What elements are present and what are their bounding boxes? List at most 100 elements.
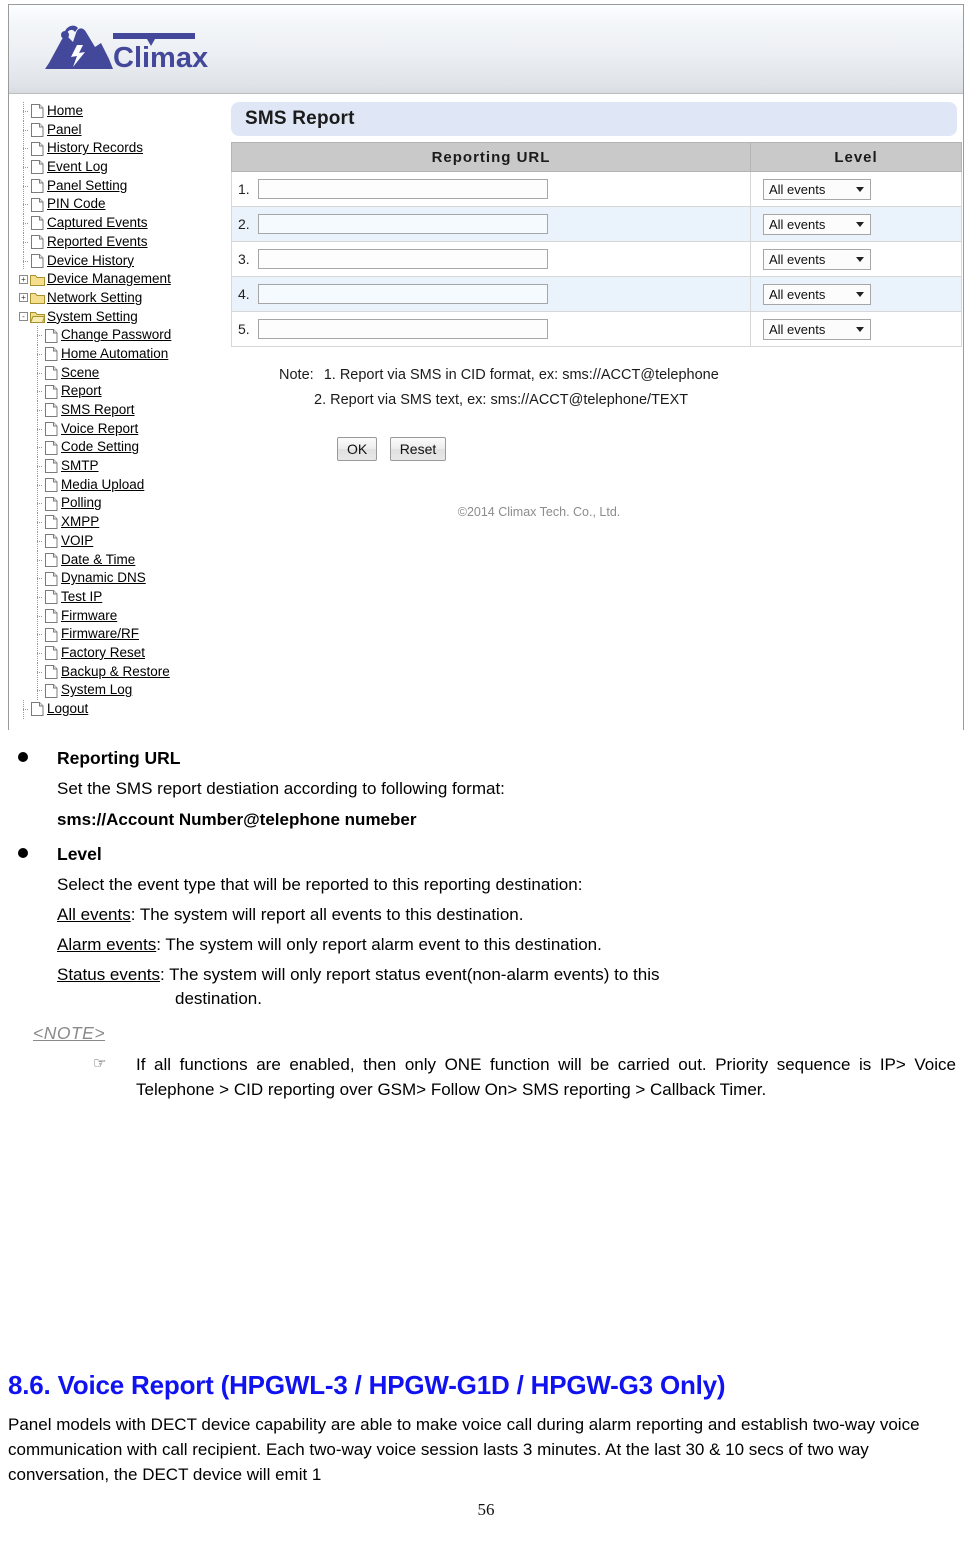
sidebar-item-panel[interactable]: Panel <box>19 120 224 140</box>
sidebar-item-panel-setting[interactable]: Panel Setting <box>19 176 224 196</box>
expander-box[interactable]: + <box>19 274 28 284</box>
sidebar-item-label[interactable]: History Records <box>47 139 143 158</box>
level-select-2[interactable]: All events <box>763 213 871 235</box>
sidebar-item-label[interactable]: Date & Time <box>61 551 135 570</box>
expander-box[interactable]: + <box>19 293 28 303</box>
tree-guide <box>19 214 30 233</box>
sidebar-item-label[interactable]: Dynamic DNS <box>61 569 146 588</box>
sidebar-item-firmware-rf[interactable]: Firmware/RF <box>19 625 224 644</box>
sidebar-item-home-automation[interactable]: Home Automation <box>19 344 224 364</box>
level-select-1[interactable]: All events <box>763 178 871 200</box>
sidebar-item-event-log[interactable]: Event Log <box>19 158 224 177</box>
sidebar-item-network-setting[interactable]: + Network Setting <box>19 289 224 308</box>
sidebar-item-code-setting[interactable]: Code Setting <box>19 438 224 457</box>
sidebar-item-label[interactable]: Scene <box>61 364 99 383</box>
sidebar-item-history-records[interactable]: History Records <box>19 139 224 158</box>
reporting-url-input-2[interactable] <box>258 214 548 234</box>
note-text-1: 1. Report via SMS in CID format, ex: sms… <box>323 367 719 383</box>
climax-logo: Climax <box>35 19 215 81</box>
sidebar-item-backup-restore[interactable]: Backup & Restore <box>19 662 224 682</box>
chevron-down-icon[interactable] <box>856 186 864 192</box>
sidebar-item-reported-events[interactable]: Reported Events <box>19 232 224 252</box>
sidebar-item-report[interactable]: Report <box>19 382 224 401</box>
reporting-url-wrap: 3. <box>232 249 750 269</box>
sidebar-item-captured-events[interactable]: Captured Events <box>19 214 224 233</box>
expand-icon[interactable]: + <box>19 270 30 289</box>
sidebar-item-label[interactable]: Report <box>61 382 102 401</box>
sidebar-item-label[interactable]: Media Upload <box>61 476 144 495</box>
expander-box[interactable]: - <box>19 312 28 322</box>
chevron-down-icon[interactable] <box>856 256 864 262</box>
sidebar-item-label[interactable]: Code Setting <box>61 438 139 457</box>
sidebar-item-label[interactable]: Device Management <box>47 270 171 289</box>
sidebar-item-pin-code[interactable]: PIN Code <box>19 195 224 214</box>
sidebar-item-label[interactable]: Voice Report <box>61 420 138 439</box>
sidebar-item-label[interactable]: Backup & Restore <box>61 663 170 682</box>
sidebar-item-voip[interactable]: VOIP <box>19 531 224 551</box>
ok-button[interactable]: OK <box>337 437 378 461</box>
chevron-down-icon[interactable] <box>856 221 864 227</box>
sidebar-item-label[interactable]: System Log <box>61 681 132 700</box>
level-select-4[interactable]: All events <box>763 283 871 305</box>
sidebar-item-factory-reset[interactable]: Factory Reset <box>19 643 224 663</box>
sidebar-item-system-setting[interactable]: - System Setting <box>19 308 224 327</box>
sidebar-item-label[interactable]: Device History <box>47 252 134 271</box>
bullet-level-title: Level <box>57 844 102 864</box>
row-number: 4. <box>238 286 250 302</box>
term-status-events: Status events <box>57 965 161 984</box>
sidebar-item-label[interactable]: System Setting <box>47 308 138 327</box>
sidebar-item-change-password[interactable]: Change Password <box>19 326 224 345</box>
sidebar-item-label[interactable]: Factory Reset <box>61 644 145 663</box>
sidebar-item-label[interactable]: VOIP <box>61 532 93 551</box>
reporting-url-input-4[interactable] <box>258 284 548 304</box>
level-wrap: All events <box>751 283 961 305</box>
sidebar-item-label[interactable]: Captured Events <box>47 214 148 233</box>
reporting-table: Reporting URL Level 1. All events 2. All ev… <box>231 142 962 347</box>
sidebar-item-label[interactable]: Home <box>47 102 83 121</box>
sidebar-item-media-upload[interactable]: Media Upload <box>19 475 224 495</box>
sidebar-item-label[interactable]: Firmware <box>61 607 117 626</box>
sidebar-item-label[interactable]: XMPP <box>61 513 99 532</box>
reporting-url-input-3[interactable] <box>258 249 548 269</box>
sidebar-item-voice-report[interactable]: Voice Report <box>19 419 224 439</box>
sidebar-item-system-log[interactable]: System Log <box>19 681 224 700</box>
chevron-down-icon[interactable] <box>856 291 864 297</box>
sidebar-item-logout[interactable]: Logout <box>19 700 224 719</box>
sidebar-item-label[interactable]: SMTP <box>61 457 99 476</box>
sidebar-item-sms-report[interactable]: SMS Report <box>19 401 224 420</box>
page-icon <box>30 253 45 269</box>
level-select-3[interactable]: All events <box>763 248 871 270</box>
sidebar-item-label[interactable]: Home Automation <box>61 345 168 364</box>
sidebar-item-scene[interactable]: Scene <box>19 363 224 383</box>
sidebar-item-label[interactable]: Panel <box>47 121 82 140</box>
reporting-url-input-5[interactable] <box>258 319 548 339</box>
sidebar-item-label[interactable]: Event Log <box>47 158 108 177</box>
sidebar-item-label[interactable]: PIN Code <box>47 195 106 214</box>
sidebar-item-label[interactable]: Change Password <box>61 326 171 345</box>
sidebar-item-label[interactable]: Test IP <box>61 588 102 607</box>
expand-icon[interactable]: + <box>19 289 30 308</box>
note-line-2: 2. Report via SMS text, ex: sms://ACCT@t… <box>314 392 689 408</box>
sidebar-item-dynamic-dns[interactable]: Dynamic DNS <box>19 569 224 588</box>
sidebar-item-device-history[interactable]: Device History <box>19 251 224 271</box>
reset-button[interactable]: Reset <box>389 437 447 461</box>
collapse-icon[interactable]: - <box>19 308 30 327</box>
sidebar-item-label[interactable]: Reported Events <box>47 233 148 252</box>
sidebar-item-label[interactable]: Panel Setting <box>47 177 127 196</box>
sidebar-item-label[interactable]: SMS Report <box>61 401 135 420</box>
sidebar-item-polling[interactable]: Polling <box>19 494 224 513</box>
level-select-5[interactable]: All events <box>763 318 871 340</box>
sidebar-item-label[interactable]: Firmware/RF <box>61 625 139 644</box>
sidebar-item-xmpp[interactable]: XMPP <box>19 513 224 532</box>
sidebar-item-test-ip[interactable]: Test IP <box>19 587 224 607</box>
sidebar-item-firmware[interactable]: Firmware <box>19 606 224 626</box>
sidebar-item-device-management[interactable]: + Device Management <box>19 270 224 289</box>
reporting-url-input-1[interactable] <box>258 179 548 199</box>
sidebar-item-date-time[interactable]: Date & Time <box>19 550 224 570</box>
sidebar-item-label[interactable]: Network Setting <box>47 289 142 308</box>
sidebar-item-home[interactable]: Home <box>19 102 224 121</box>
sidebar-item-label[interactable]: Polling <box>61 494 102 513</box>
chevron-down-icon[interactable] <box>856 326 864 332</box>
sidebar-item-smtp[interactable]: SMTP <box>19 457 224 476</box>
sidebar-item-label[interactable]: Logout <box>47 700 88 719</box>
